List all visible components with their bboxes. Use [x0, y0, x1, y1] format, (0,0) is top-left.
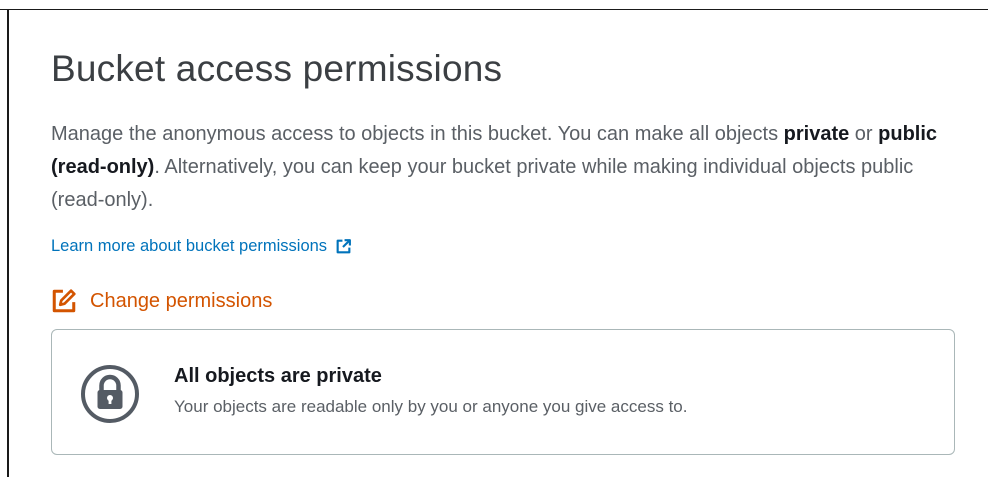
frame-top-border	[0, 9, 988, 10]
frame-left-border	[7, 9, 9, 477]
change-permissions-label: Change permissions	[90, 289, 273, 312]
description-private-bold: private	[783, 123, 850, 145]
edit-icon	[52, 289, 76, 313]
section-description: Manage the anonymous access to objects i…	[51, 118, 951, 217]
page-title: Bucket access permissions	[51, 48, 503, 89]
learn-more-label: Learn more about bucket permissions	[51, 237, 328, 255]
description-or: or	[849, 123, 879, 145]
description-text-2: . Alternatively, you can keep your bucke…	[51, 156, 914, 211]
change-permissions-button[interactable]: Change permissions	[51, 288, 272, 314]
status-title: All objects are private	[174, 365, 382, 387]
status-subtitle: Your objects are readable only by you or…	[174, 397, 688, 416]
external-link-icon	[336, 239, 351, 254]
lock-icon	[81, 365, 139, 423]
learn-more-link[interactable]: Learn more about bucket permissions	[51, 237, 352, 256]
description-text-1: Manage the anonymous access to objects i…	[51, 123, 784, 145]
privacy-status-card: All objects are private Your objects are…	[51, 329, 955, 455]
